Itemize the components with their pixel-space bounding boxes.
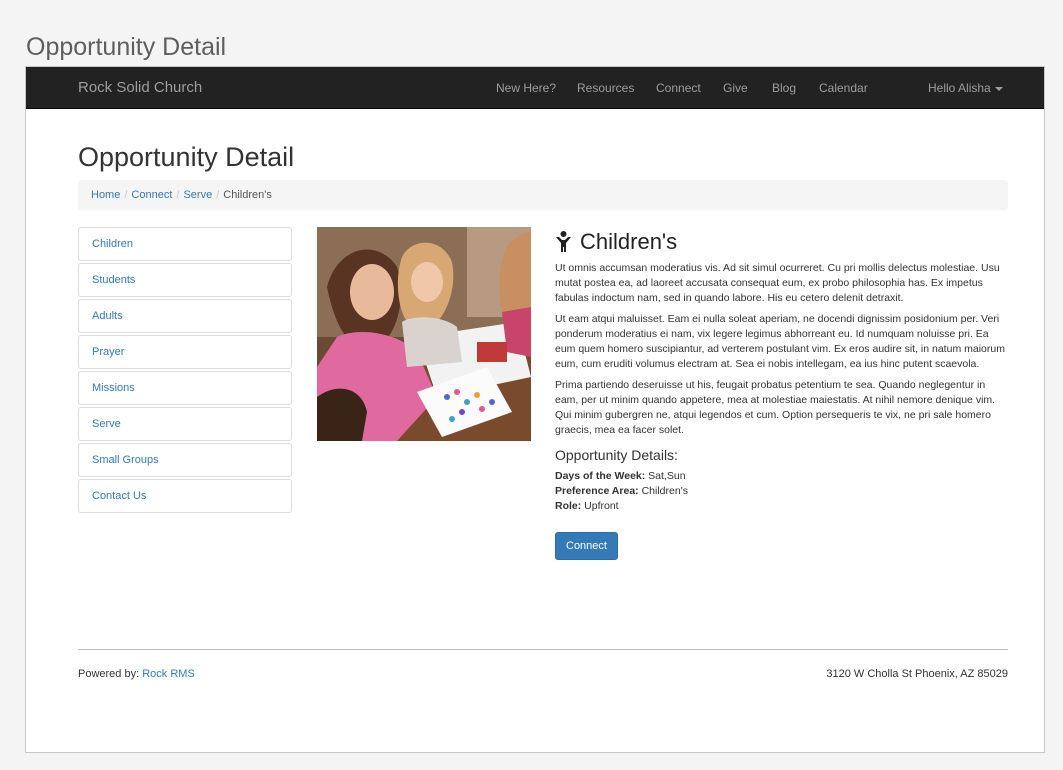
opportunity-photo [317, 227, 531, 441]
description-paragraph: Ut omnis accumsan moderatius vis. Ad sit… [555, 262, 1000, 304]
nav-item-give[interactable]: Give [723, 81, 748, 95]
detail-value: Upfront [584, 500, 619, 512]
nav-item-calendar[interactable]: Calendar [819, 81, 868, 95]
detail-value: Sat,Sun [648, 470, 686, 482]
opportunity-content: Children's Ut omnis accumsan moderatius … [555, 227, 1008, 560]
brand-link[interactable]: Rock Solid Church [78, 79, 202, 96]
footer-powered-by: Powered by: Rock RMS [78, 668, 195, 680]
connect-button[interactable]: Connect [555, 532, 618, 560]
sidebar-item-small-groups[interactable]: Small Groups [78, 443, 292, 477]
opportunity-heading: Children's [555, 227, 1008, 257]
detail-label: Preference Area: [555, 485, 639, 497]
breadcrumb-connect[interactable]: Connect [131, 189, 172, 201]
opportunity-title: Children's [580, 229, 678, 254]
sidebar-item-adults[interactable]: Adults [78, 299, 292, 333]
detail-days: Days of the Week: Sat,Sun [555, 469, 1008, 484]
user-menu-button[interactable]: Hello Alisha [928, 81, 1003, 95]
breadcrumb-separator: / [216, 189, 220, 201]
user-menu-label: Hello Alisha [928, 81, 991, 95]
detail-value: Children's [641, 485, 688, 497]
powered-by-label: Powered by: [78, 668, 140, 680]
footer-divider [78, 649, 1008, 650]
child-icon [556, 231, 571, 252]
detail-preference-area: Preference Area: Children's [555, 484, 1008, 499]
nav-item-blog[interactable]: Blog [772, 81, 796, 95]
sidebar-item-serve[interactable]: Serve [78, 407, 292, 441]
details-heading: Opportunity Details: [555, 447, 678, 463]
footer-address: 3120 W Cholla St Phoenix, AZ 85029 [826, 668, 1008, 680]
sidebar-item-children[interactable]: Children [78, 227, 292, 261]
description-paragraph: Prima partiendo deseruisse ut his, feuga… [555, 379, 996, 436]
sidebar-item-missions[interactable]: Missions [78, 371, 292, 405]
breadcrumb-separator: / [176, 189, 180, 201]
breadcrumb-serve[interactable]: Serve [183, 189, 212, 201]
sidebar-menu: Children Students Adults Prayer Missions… [78, 227, 292, 515]
rock-rms-link[interactable]: Rock RMS [142, 668, 195, 680]
breadcrumb-separator: / [124, 189, 128, 201]
nav-item-connect[interactable]: Connect [656, 81, 701, 95]
description-paragraph: Ut eam atqui maluisset. Eam ei nulla sol… [555, 313, 1005, 370]
sidebar-item-contact-us[interactable]: Contact Us [78, 479, 292, 513]
page-frame: Rock Solid Church New Here? Resources Co… [25, 66, 1045, 753]
caret-down-icon [994, 86, 1003, 91]
top-navbar: Rock Solid Church New Here? Resources Co… [26, 67, 1044, 109]
nav-item-new-here[interactable]: New Here? [496, 81, 556, 95]
detail-label: Days of the Week: [555, 470, 646, 482]
sidebar-item-prayer[interactable]: Prayer [78, 335, 292, 369]
detail-role: Role: Upfront [555, 499, 1008, 514]
breadcrumb: Home / Connect / Serve / Children's [78, 180, 1008, 210]
sidebar-item-students[interactable]: Students [78, 263, 292, 297]
window-title: Opportunity Detail [26, 33, 227, 61]
detail-label: Role: [555, 500, 582, 512]
page-title: Opportunity Detail [78, 142, 295, 172]
nav-item-resources[interactable]: Resources [577, 81, 634, 95]
breadcrumb-current: Children's [223, 189, 272, 201]
breadcrumb-home[interactable]: Home [91, 189, 120, 201]
